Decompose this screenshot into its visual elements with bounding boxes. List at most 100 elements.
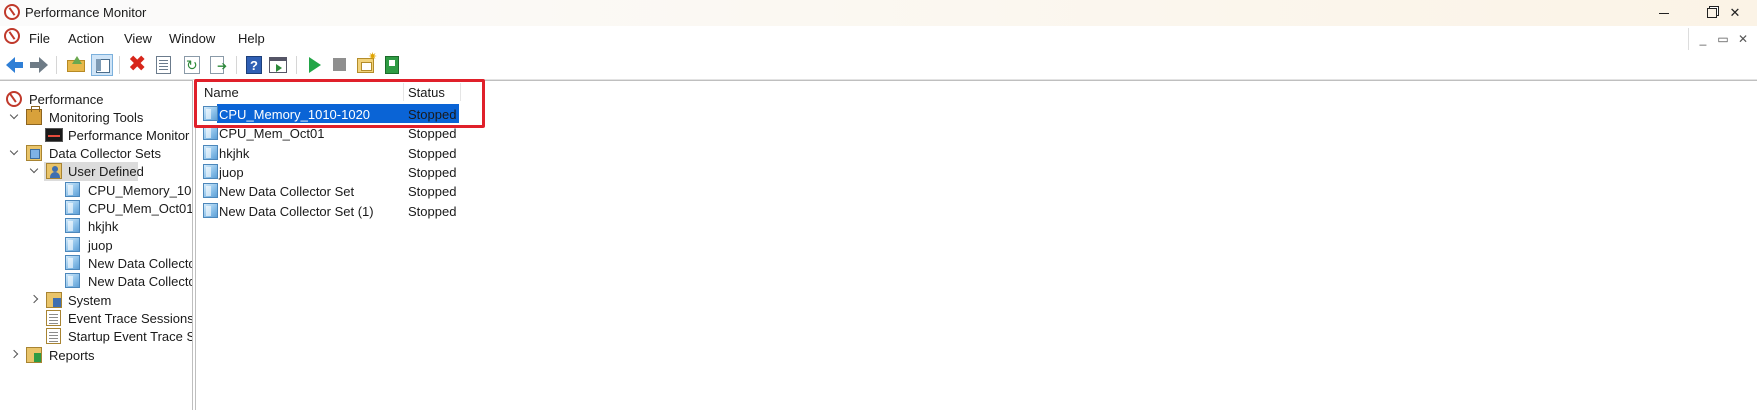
- export-list-icon: [210, 56, 227, 74]
- tree-node-user-defined[interactable]: User Defined: [0, 162, 192, 181]
- menu-help[interactable]: Help: [238, 31, 265, 46]
- refresh-button[interactable]: [183, 55, 203, 75]
- properties-icon: [156, 56, 171, 74]
- start-button[interactable]: [305, 55, 325, 75]
- data-collector-set-icon: [203, 145, 218, 160]
- system-menu-icon[interactable]: [4, 28, 20, 44]
- data-collector-sets-icon: [26, 145, 42, 161]
- row-name: New Data Collector Set: [219, 184, 355, 199]
- menu-window[interactable]: Window: [169, 31, 215, 46]
- menu-bar: File Action View Window Help _ ▭ ✕: [0, 26, 1757, 50]
- column-header-name[interactable]: Name: [204, 85, 239, 100]
- data-collector-set-icon: [203, 125, 218, 140]
- toolbar: ✖ ?: [0, 50, 1757, 80]
- tree-node-performance-monitor[interactable]: Performance Monitor: [0, 127, 192, 145]
- tree-node-event-trace-sessions[interactable]: Event Trace Sessions: [0, 310, 192, 328]
- console-tree-icon: [91, 54, 113, 76]
- report-icon: [385, 56, 399, 74]
- user-folder-icon: [46, 163, 62, 179]
- list-header: Name Status: [196, 81, 656, 103]
- list-row[interactable]: juop Stopped: [196, 162, 656, 181]
- console-tree[interactable]: Performance Monitoring Tools Performance…: [0, 80, 193, 410]
- row-status: Stopped: [408, 146, 457, 161]
- stop-button[interactable]: [330, 55, 350, 75]
- chevron-right-icon[interactable]: [31, 294, 41, 304]
- refresh-icon: [184, 56, 200, 74]
- tree-node-user-set[interactable]: CPU_Mem_Oct01: [0, 200, 192, 218]
- list-row[interactable]: CPU_Mem_Oct01 Stopped: [196, 123, 656, 142]
- data-collector-set-icon: [203, 203, 218, 218]
- window-title: Performance Monitor: [25, 5, 147, 20]
- mdi-restore-button[interactable]: ▭: [1714, 31, 1732, 47]
- trace-sessions-icon: [46, 310, 61, 326]
- back-button[interactable]: [5, 55, 25, 75]
- tree-node-user-set[interactable]: juop: [0, 237, 192, 255]
- data-collector-set-icon: [65, 218, 80, 233]
- data-collector-set-icon: [65, 273, 80, 288]
- chevron-down-icon[interactable]: [30, 165, 40, 175]
- forward-arrow-icon: [39, 57, 48, 73]
- mdi-minimize-button[interactable]: _: [1694, 31, 1712, 47]
- tree-node-data-collector-sets[interactable]: Data Collector Sets: [0, 145, 192, 163]
- mdi-close-button[interactable]: ✕: [1734, 31, 1752, 47]
- list-row[interactable]: New Data Collector Set (1) Stopped: [196, 201, 656, 220]
- close-button[interactable]: [1712, 0, 1757, 26]
- tree-node-user-set[interactable]: CPU_Memory_1010-: [0, 182, 192, 200]
- stop-icon: [333, 58, 346, 71]
- tree-node-user-set[interactable]: New Data Collector: [0, 273, 192, 291]
- row-status: Stopped: [408, 184, 457, 199]
- data-collector-set-icon: [65, 237, 80, 252]
- show-hide-action-pane-button[interactable]: [268, 55, 288, 75]
- delete-icon: ✖: [128, 51, 147, 76]
- forward-button[interactable]: [29, 55, 49, 75]
- list-row-selected[interactable]: CPU_Memory_1010-1020 Stopped: [196, 104, 656, 123]
- new-task-button[interactable]: [356, 50, 377, 75]
- list-row[interactable]: hkjhk Stopped: [196, 143, 656, 162]
- row-name: hkjhk: [219, 146, 250, 161]
- chevron-right-icon[interactable]: [11, 349, 21, 359]
- performance-monitor-icon: [4, 4, 20, 20]
- data-collector-set-icon: [65, 182, 80, 197]
- trace-sessions-icon: [46, 328, 61, 344]
- tree-node-startup-event-trace-sessions[interactable]: Startup Event Trace Sess: [0, 328, 192, 346]
- row-status: Stopped: [408, 204, 457, 219]
- minimize-button[interactable]: [1641, 0, 1687, 26]
- tree-node-monitoring-tools[interactable]: Monitoring Tools: [0, 106, 192, 127]
- new-task-icon: [357, 50, 377, 73]
- column-header-status[interactable]: Status: [408, 85, 445, 100]
- tree-node-user-set[interactable]: hkjhk: [0, 218, 192, 236]
- menu-view[interactable]: View: [124, 31, 152, 46]
- menu-action[interactable]: Action: [68, 31, 104, 46]
- tree-node-performance[interactable]: Performance: [0, 91, 192, 109]
- tree-node-system[interactable]: System: [0, 292, 192, 310]
- up-one-level-button[interactable]: [66, 55, 86, 75]
- monitor-graph-icon: [45, 128, 63, 142]
- folder-up-icon: [67, 60, 85, 72]
- reports-folder-icon: [26, 347, 42, 363]
- list-row[interactable]: New Data Collector Set Stopped: [196, 181, 656, 200]
- show-hide-console-tree-button[interactable]: [91, 54, 113, 76]
- data-collector-set-icon: [203, 106, 218, 121]
- tree-node-reports[interactable]: Reports: [0, 347, 192, 365]
- performance-monitor-window: Performance Monitor File Action View Win…: [0, 0, 1757, 410]
- help-button[interactable]: ?: [244, 55, 264, 75]
- data-collector-set-icon: [203, 183, 218, 198]
- tree-node-user-set[interactable]: New Data Collector: [0, 255, 192, 273]
- help-icon: ?: [246, 56, 262, 74]
- row-name: CPU_Mem_Oct01: [219, 126, 325, 141]
- row-status: Stopped: [408, 126, 457, 141]
- properties-button[interactable]: [154, 55, 174, 75]
- row-status: Stopped: [408, 107, 457, 122]
- action-pane-icon: [269, 57, 287, 73]
- play-icon: [309, 57, 321, 73]
- chevron-down-icon[interactable]: [10, 111, 20, 121]
- chevron-down-icon[interactable]: [10, 147, 20, 157]
- row-name: CPU_Memory_1010-1020: [219, 107, 371, 122]
- delete-button[interactable]: ✖: [128, 51, 148, 76]
- system-folder-icon: [46, 292, 62, 308]
- menu-file[interactable]: File: [29, 31, 50, 46]
- data-collector-set-icon: [65, 200, 80, 215]
- export-list-button[interactable]: [209, 55, 229, 75]
- latest-report-button[interactable]: [382, 55, 402, 75]
- result-list[interactable]: Name Status CPU_Memory_1010-1020 Stopped…: [195, 80, 1757, 410]
